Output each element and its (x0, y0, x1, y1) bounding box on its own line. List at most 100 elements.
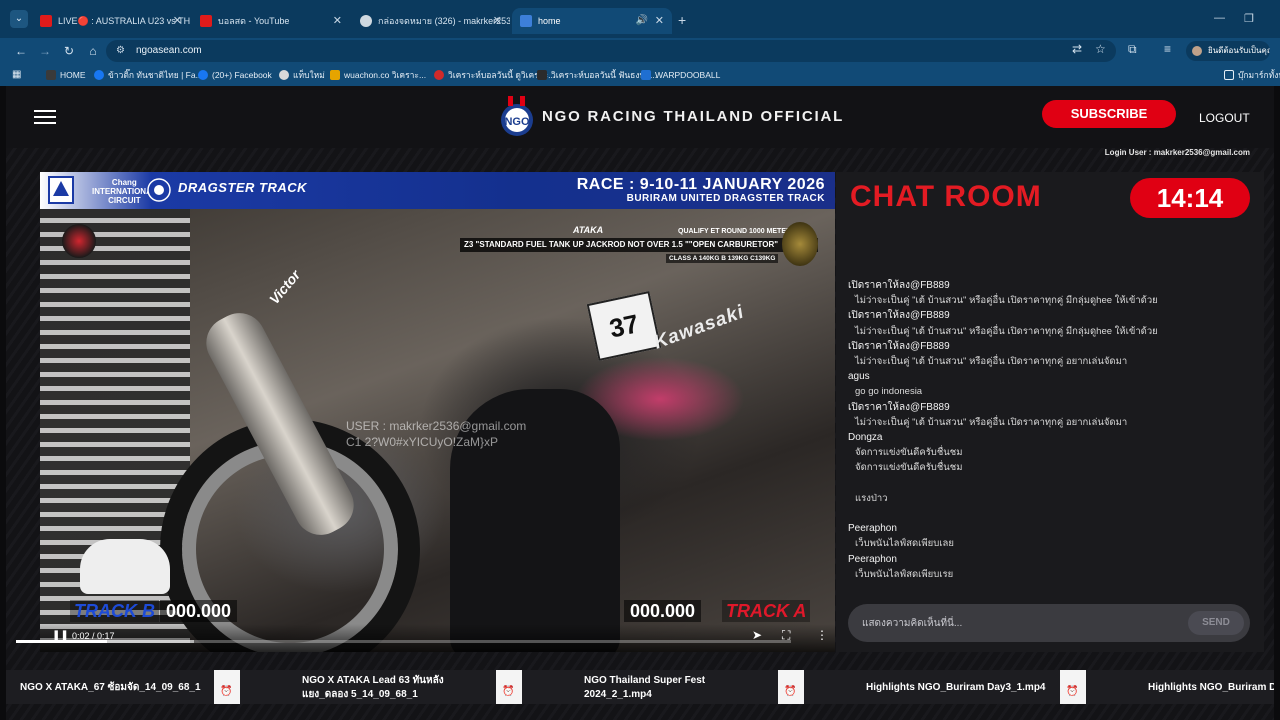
tab-label: LIVE🔴 : AUSTRALIA U23 vs TH… (58, 16, 190, 26)
chat-username: เปิดราคาให้ลง@FB889 (848, 340, 950, 352)
facebook-icon (94, 70, 104, 80)
bookmark-analysis-2[interactable]: วิเคราะห์บอลวันนี้ ฟันธงบอ... (537, 64, 657, 86)
strip-item-title: NGO X ATAKA_67 ซ้อมจัด_14_09_68_1 (20, 682, 201, 693)
chat-room: CHAT ROOM 14:14 เปิดราคาให้ลง@FB889 ไม่ว่… (836, 172, 1264, 652)
all-bookmarks-folder[interactable]: บุ๊กมาร์กทั้งหมด (1224, 64, 1280, 86)
bookmark-newtab[interactable]: แท็บใหม่ (279, 64, 325, 86)
browser-tab-bar: ⌄ LIVE🔴 : AUSTRALIA U23 vs TH… ✕ บอลสด -… (0, 0, 1280, 38)
login-user-label: Login User : makrker2536@gmail.com (1104, 148, 1250, 157)
reload-icon[interactable]: ↻ (60, 42, 78, 60)
chat-input-box: SEND (848, 604, 1250, 642)
ngo-logo[interactable]: NGO (498, 94, 536, 140)
dragster-track-logo: DRAGSTER TRACK (178, 180, 308, 195)
forward-arrow-icon[interactable]: → (36, 42, 54, 60)
chat-message-text: จัดการแข่งขันดีครับชื่นชม (855, 447, 963, 459)
watermark-code: C1 2?W0#xYICUyO!ZaM}xP (346, 435, 499, 449)
folder-icon (1224, 70, 1234, 80)
victor-decal: Victor (265, 266, 304, 308)
bookmark-label: HOME (60, 70, 86, 80)
send-button[interactable]: SEND (1188, 611, 1244, 635)
bookmark-facebook[interactable]: (20+) Facebook (198, 64, 272, 86)
alarm-clock-icon (214, 670, 240, 704)
chat-username: เปิดราคาให้ลง@FB889 (848, 280, 950, 291)
logout-link[interactable]: LOGOUT (1199, 111, 1250, 125)
tab-label: กล่องจดหมาย (326) - makrker253… (378, 16, 510, 26)
menu-icon[interactable] (34, 110, 56, 124)
browser-tab-mail[interactable]: กล่องจดหมาย (326) - makrker253… ✕ (352, 8, 510, 34)
apps-grid-icon[interactable]: ▦ (12, 69, 24, 81)
youtube-icon (40, 15, 52, 27)
profile-button[interactable]: ยินดีต้อนรับเป็นคุณ (1186, 41, 1270, 61)
bookmark-icon (434, 70, 444, 80)
browser-tab-home[interactable]: home 🔊 ✕ (512, 8, 672, 34)
subscribe-button[interactable]: SUBSCRIBE (1042, 100, 1176, 128)
back-arrow-icon[interactable]: ← (12, 42, 30, 60)
reading-list-icon[interactable]: ≡ (1164, 42, 1171, 56)
video-player[interactable]: 37 Kawasaki Victor Chang INTERNATIONAL C… (40, 172, 835, 652)
svg-text:NGO: NGO (504, 116, 530, 128)
strip-item[interactable]: Highlights NGO_Buriram Day3_1.mp4 (804, 670, 1060, 704)
bookmark-home[interactable]: HOME (46, 64, 86, 86)
watermark-user: USER : makrker2536@gmail.com (346, 419, 527, 433)
bookmark-warpdooball[interactable]: WARPDOOBALL (641, 64, 720, 86)
circuit-logo-icon (48, 176, 74, 204)
track-a-time: 000.000 (624, 600, 702, 622)
mail-icon (360, 15, 372, 27)
translate-icon[interactable]: ⇄ (1072, 42, 1082, 56)
chat-message-list[interactable]: เปิดราคาให้ลง@FB889 ไม่ว่าจะเป็นคู่ "เต้ … (848, 278, 1258, 582)
bookmark-icon (537, 70, 547, 80)
strip-item[interactable]: NGO Thailand Super Fest 2024_2_1.mp4 (522, 670, 778, 704)
chat-spacer (848, 506, 1258, 521)
chat-username: agus (848, 371, 870, 383)
site-info-icon[interactable]: ⚙ (116, 40, 125, 62)
website: NGO NGO RACING THAILAND OFFICIAL SUBSCRI… (6, 86, 1274, 720)
more-options-icon[interactable]: ⋮ (816, 628, 828, 642)
globe-icon (279, 70, 289, 80)
close-icon[interactable]: ✕ (493, 8, 502, 34)
chat-message-text: ไม่ว่าจะเป็นคู่ "เต้ บ้านสวน" หรือคู่อื่… (855, 416, 1128, 428)
chat-message-text: เว็บพนันไลฟ์สดเพียบเรย (855, 568, 954, 580)
chat-username: เปิดราคาให้ลง@FB889 (848, 310, 950, 322)
bookmark-label: ข้าวติ๊ก ทันชาติไทย | Fa... (108, 70, 203, 80)
chat-message-text: เว็บพนันไลฟ์สดเพียบเลย (855, 538, 954, 550)
address-bar[interactable]: ⚙ ngoasean.com (106, 40, 1116, 62)
bookmark-star-icon[interactable]: ☆ (1095, 42, 1106, 56)
chat-username: เปิดราคาให้ลง@FB889 (848, 401, 950, 413)
browser-tab-youtube[interactable]: บอลสด - YouTube ✕ (192, 8, 350, 34)
browser-toolbar: ← → ↻ ⌂ ⚙ ngoasean.com ⇄ ☆ ⧉ ≡ ยินดีต้อน… (0, 38, 1280, 64)
video-watermark: USER : makrker2536@gmail.com C1 2?W0#xYI… (346, 418, 526, 450)
shoe (80, 539, 170, 594)
minimize-icon[interactable]: — (1214, 12, 1225, 24)
track-a-label: TRACK A (722, 600, 811, 622)
strip-item[interactable]: Highlights NGO_Buriram Da (1086, 670, 1274, 704)
bookmark-label: แท็บใหม่ (293, 70, 325, 80)
chat-message-text: แรงป่าว (855, 492, 888, 504)
browser-tab-live[interactable]: LIVE🔴 : AUSTRALIA U23 vs TH… ✕ (32, 8, 190, 34)
speaker-icon[interactable]: 🔊 (636, 8, 648, 34)
strip-item-subtitle: แยง_ดลอง 5_14_09_68_1 (302, 689, 418, 700)
video-progress-bar[interactable] (16, 640, 791, 643)
close-icon[interactable]: ✕ (655, 8, 664, 34)
extensions-icon[interactable]: ⧉ (1128, 42, 1137, 57)
bookmark-wuachon[interactable]: wuachon.co วิเคราะ... (330, 64, 426, 86)
home-icon[interactable]: ⌂ (84, 42, 102, 60)
strip-item[interactable]: NGO X ATAKA Lead 63 ทันหลัง แยง_ดลอง 5_1… (240, 670, 496, 704)
bookmark-facebook-page[interactable]: ข้าวติ๊ก ทันชาติไทย | Fa... (94, 64, 203, 86)
chat-message-input[interactable] (862, 612, 1182, 634)
strip-item-title: Highlights NGO_Buriram Day3_1.mp4 (866, 682, 1046, 693)
tab-search-button[interactable]: ⌄ (10, 10, 28, 28)
strip-item[interactable]: NGO X ATAKA_67 ซ้อมจัด_14_09_68_1 (6, 670, 214, 704)
strip-item-title: Highlights NGO_Buriram Da (1148, 682, 1274, 693)
restore-icon[interactable]: ❐ (1244, 12, 1254, 25)
bookmark-label: wuachon.co วิเคราะ... (344, 70, 427, 80)
new-tab-button[interactable]: + (678, 12, 686, 28)
close-icon[interactable]: ✕ (333, 8, 342, 34)
bookmark-label: (20+) Facebook (212, 70, 272, 80)
ngo-overlay-logo (62, 224, 96, 258)
ataka-logo: ATAKA (573, 225, 604, 235)
class-description: Z3 "STANDARD FUEL TANK UP JACKROD NOT OV… (460, 238, 818, 252)
youtube-icon (200, 15, 212, 27)
close-icon[interactable]: ✕ (173, 8, 182, 34)
chat-message-text: go go indonesia (855, 386, 923, 398)
track-b-time: 000.000 (160, 600, 238, 622)
